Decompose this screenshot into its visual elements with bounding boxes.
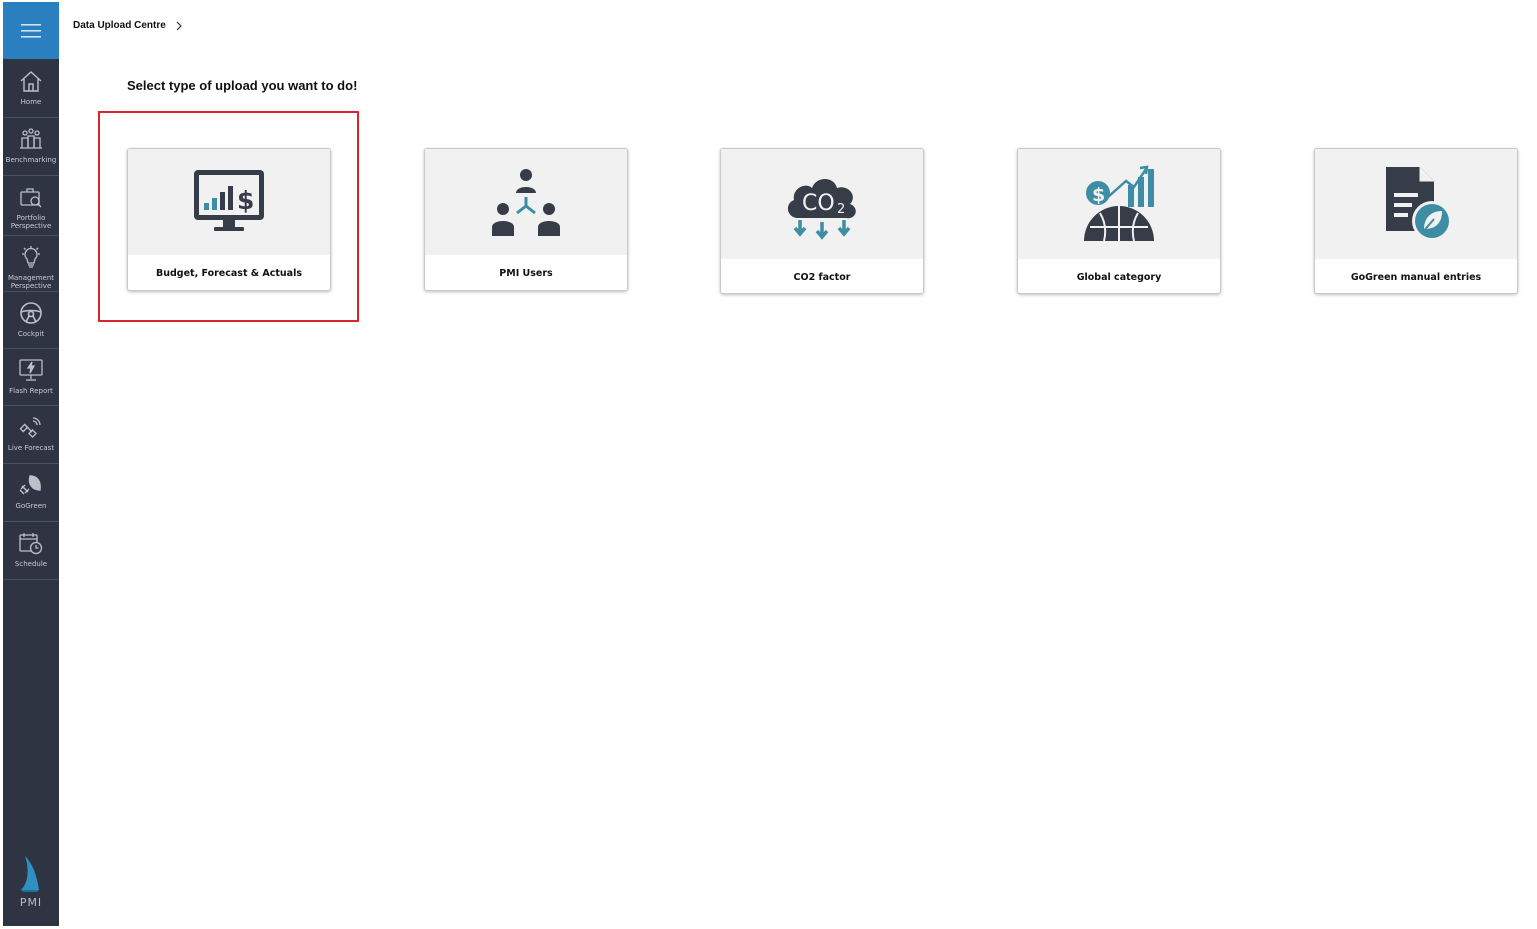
- sidebar-item-label: Management Perspective: [7, 274, 55, 290]
- globe-dollar-growth-icon: $: [1084, 165, 1154, 242]
- card-label: CO2 factor: [793, 271, 851, 283]
- breadcrumb: Data Upload Centre: [73, 20, 183, 31]
- sidebar-item-gogreen[interactable]: GoGreen: [3, 464, 59, 522]
- card-label: PMI Users: [499, 268, 553, 279]
- portfolio-icon: [16, 182, 46, 212]
- card-icon-area: CO 2: [721, 149, 923, 259]
- plug-leaf-icon: [16, 470, 46, 500]
- co2-cloud-icon: CO 2: [787, 179, 856, 240]
- sidebar-item-cockpit[interactable]: Cockpit: [3, 292, 59, 349]
- sidebar-item-label: GoGreen: [15, 502, 47, 510]
- card-icon-area: $: [128, 149, 330, 255]
- svg-text:$: $: [1092, 184, 1105, 206]
- upload-card-gogreen-manual-entries[interactable]: GoGreen manual entries: [1314, 148, 1518, 294]
- home-icon: [16, 66, 46, 96]
- hamburger-menu-button[interactable]: [3, 2, 59, 59]
- calendar-clock-icon: [16, 528, 46, 558]
- upload-card-budget-forecast-actuals[interactable]: $ Budget, Forecast & Actuals: [127, 148, 331, 291]
- sidebar-item-label: Home: [20, 98, 42, 106]
- chevron-right-icon: [176, 21, 182, 30]
- flash-monitor-icon: [16, 355, 46, 385]
- lightbulb-icon: [16, 242, 46, 272]
- sidebar-item-label: Live Forecast: [7, 444, 55, 452]
- sidebar-item-label: Benchmarking: [5, 156, 57, 164]
- satellite-icon: [16, 412, 46, 442]
- users-network-icon: [492, 169, 560, 236]
- document-leaf-icon: [1386, 167, 1452, 241]
- monitor-chart-dollar-icon: $: [194, 170, 264, 231]
- sidebar-item-label: Schedule: [14, 560, 48, 568]
- pmi-logo: PMI: [3, 854, 59, 909]
- sidebar-item-live-forecast[interactable]: Live Forecast: [3, 406, 59, 464]
- card-icon-area: [1315, 149, 1517, 259]
- sidebar: Home Benchmarking Portfolio Perspective: [3, 2, 59, 926]
- svg-text:2: 2: [837, 202, 845, 217]
- hamburger-icon: [21, 23, 41, 38]
- upload-card-pmi-users[interactable]: PMI Users: [424, 148, 628, 291]
- sidebar-item-flash-report[interactable]: Flash Report: [3, 349, 59, 406]
- card-label: Budget, Forecast & Actuals: [155, 268, 302, 279]
- card-icon-area: [425, 149, 627, 255]
- sidebar-item-portfolio-perspective[interactable]: Portfolio Perspective: [3, 176, 59, 236]
- benchmarking-icon: [16, 124, 46, 154]
- card-label: Global category: [1076, 271, 1162, 283]
- breadcrumb-item-data-upload-centre[interactable]: Data Upload Centre: [73, 20, 166, 31]
- page-title: Select type of upload you want to do!: [127, 78, 358, 93]
- svg-text:CO: CO: [802, 191, 835, 216]
- sail-logo-icon: [21, 856, 39, 892]
- sidebar-item-schedule[interactable]: Schedule: [3, 522, 59, 580]
- sidebar-item-label: Cockpit: [17, 330, 45, 338]
- sidebar-item-management-perspective[interactable]: Management Perspective: [3, 236, 59, 292]
- sidebar-item-home[interactable]: Home: [3, 60, 59, 118]
- card-label: GoGreen manual entries: [1350, 271, 1482, 283]
- svg-text:$: $: [237, 186, 254, 215]
- logo-text: PMI: [19, 896, 43, 909]
- sidebar-item-label: Portfolio Perspective: [10, 214, 52, 230]
- upload-card-co2-factor[interactable]: CO 2 CO2 factor: [720, 148, 924, 294]
- sidebar-item-label: Flash Report: [9, 387, 53, 395]
- sidebar-item-benchmarking[interactable]: Benchmarking: [3, 118, 59, 176]
- upload-card-global-category[interactable]: $ Global category: [1017, 148, 1221, 294]
- steering-wheel-icon: [16, 298, 46, 328]
- card-icon-area: $: [1018, 149, 1220, 259]
